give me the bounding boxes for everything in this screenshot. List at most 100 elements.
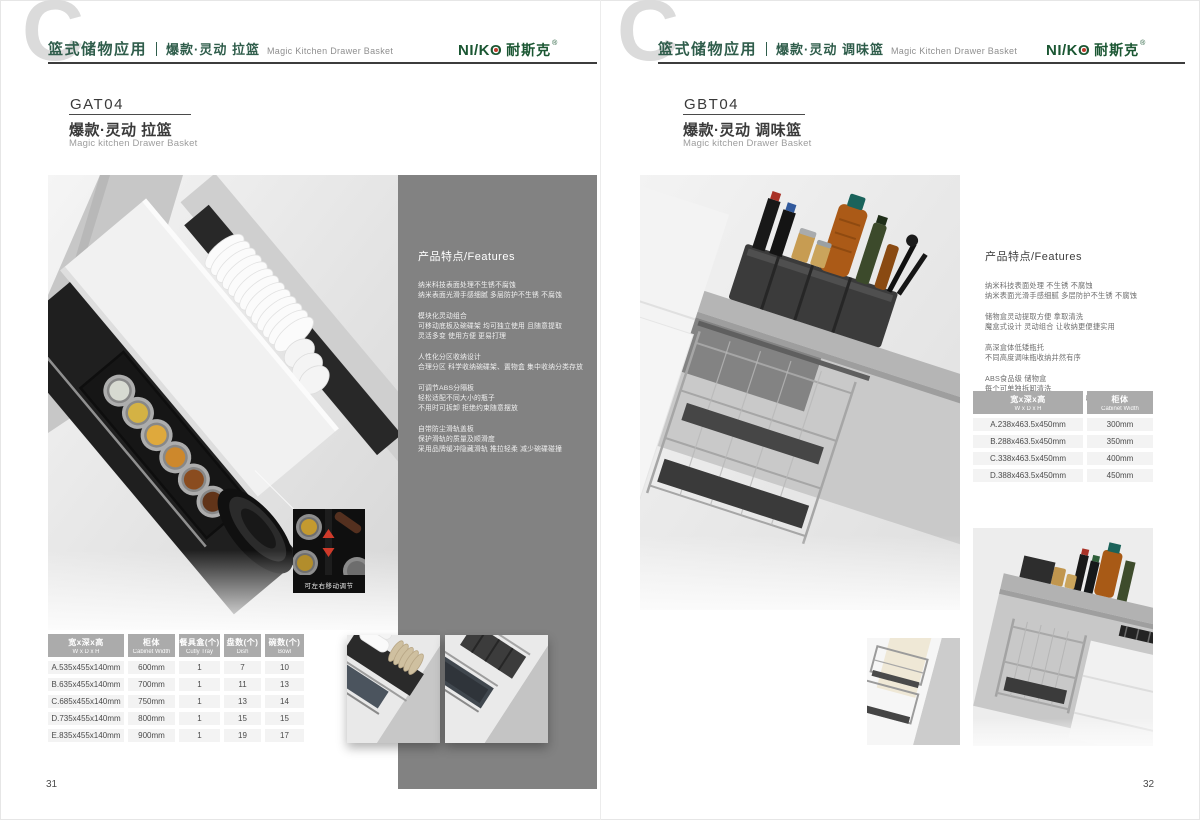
product-name: 爆款·灵动 拉篮 bbox=[69, 119, 172, 140]
nisko-cn: 耐斯克 bbox=[1094, 40, 1139, 60]
page-number: 32 bbox=[1143, 779, 1154, 790]
table-cell: 15 bbox=[265, 712, 304, 725]
table-cell: 11 bbox=[224, 678, 261, 691]
table-header-cell: 餐具盒(个)Cutly Tray bbox=[179, 634, 220, 657]
feature-line: 不同高度调味瓶收纳井然有序 bbox=[985, 353, 1190, 363]
spec-table: 宽x深x高W x D x H 柜体Cabinet Width A.238x463… bbox=[973, 391, 1153, 482]
page-number: 31 bbox=[46, 779, 57, 790]
table-cell: 300mm bbox=[1087, 418, 1153, 431]
table-header-cell: 宽x深x高W x D x H bbox=[973, 391, 1083, 414]
thumbnail-photo bbox=[973, 528, 1153, 746]
table-cell: 19 bbox=[224, 729, 261, 742]
feature-line: 保护滑轨的质量及顺滑度 bbox=[418, 435, 583, 445]
header-title-en: Magic Kitchen Drawer Basket bbox=[891, 46, 1017, 56]
header-separator bbox=[156, 42, 157, 56]
feature-group: 自带防尘滑轨盖板 保护滑轨的质量及顺滑度 采用品牌缓冲隐藏滑轨 推拉轻柔 减少碗… bbox=[418, 425, 583, 455]
logo-o-red-dot-icon: O bbox=[1078, 42, 1090, 59]
table-cell: 17 bbox=[265, 729, 304, 742]
table-cell: 800mm bbox=[128, 712, 175, 725]
feature-line: 合理分区 科学收纳碗碟架、置物盒 集中收纳分类存放 bbox=[418, 363, 583, 373]
detail-inset-photo: 可左右移动调节 bbox=[293, 509, 365, 593]
table-cell: B.635x455x140mm bbox=[48, 678, 124, 691]
feature-group: 高深盒体低矮瓶托 不同高度调味瓶收纳井然有序 bbox=[985, 343, 1190, 363]
feature-group: 人性化分区收纳设计 合理分区 科学收纳碗碟架、置物盒 集中收纳分类存放 bbox=[418, 353, 583, 373]
table-header-cell: 柜体Cabinet Width bbox=[128, 634, 175, 657]
header-title: 爆款·灵动 调味篮 bbox=[776, 39, 884, 58]
feature-line: 纳米科技表面处理不生锈不腐蚀 bbox=[418, 281, 583, 291]
thumbnail-photo bbox=[867, 638, 960, 745]
table-cell: 900mm bbox=[128, 729, 175, 742]
header-separator bbox=[766, 42, 767, 56]
table-cell: C.338x463.5x450mm bbox=[973, 452, 1083, 465]
table-cell: C.685x455x140mm bbox=[48, 695, 124, 708]
main-product-photo bbox=[640, 175, 960, 610]
product-code-rule bbox=[69, 114, 191, 115]
table-cell: 400mm bbox=[1087, 452, 1153, 465]
table-cell: 7 bbox=[224, 661, 261, 674]
features-block: 产品特点/Features 纳米科技表面处理 不生锈 不腐蚀 纳米表面光滑手感细… bbox=[985, 248, 1190, 415]
table-cell: 750mm bbox=[128, 695, 175, 708]
table-cell: A.535x455x140mm bbox=[48, 661, 124, 674]
spec-table: 宽x深x高W x D x H 柜体Cabinet Width 餐具盒(个)Cut… bbox=[48, 634, 304, 742]
feature-line: 可移动底板及碗碟架 均可独立使用 且随意提取 bbox=[418, 322, 583, 332]
product-code: GBT04 bbox=[684, 96, 739, 113]
page-divider bbox=[600, 0, 601, 820]
table-cell: 1 bbox=[179, 678, 220, 691]
table-cell: 10 bbox=[265, 661, 304, 674]
feature-line: 采用品牌缓冲隐藏滑轨 推拉轻柔 减少碗碟碰撞 bbox=[418, 445, 583, 455]
feature-line: 储物盒灵动提取方便 拿取清洗 bbox=[985, 312, 1190, 322]
product-name: 爆款·灵动 调味篮 bbox=[683, 119, 802, 140]
features-heading: 产品特点/Features bbox=[985, 248, 1190, 264]
product-name-en: Magic kitchen Drawer Basket bbox=[69, 138, 197, 149]
page-header: 篮式储物应用 爆款·灵动 调味篮 Magic Kitchen Drawer Ba… bbox=[658, 38, 1017, 59]
feature-line: 魔盒式设计 灵动组合 让收纳更便捷实用 bbox=[985, 322, 1190, 332]
feature-line: 纳米科技表面处理 不生锈 不腐蚀 bbox=[985, 281, 1190, 291]
header-category: 篮式储物应用 bbox=[658, 38, 757, 59]
product-name-en: Magic kitchen Drawer Basket bbox=[683, 138, 811, 149]
table-cell: 1 bbox=[179, 729, 220, 742]
nisko-wordmark: NI/KO bbox=[458, 42, 502, 59]
table-cell: 450mm bbox=[1087, 469, 1153, 482]
feature-line: 纳米表面光滑手感细腻 多层防护不生锈 不腐蚀 bbox=[418, 291, 583, 301]
nisko-wordmark: NI/KO bbox=[1046, 42, 1090, 59]
table-header-cell: 柜体Cabinet Width bbox=[1087, 391, 1153, 414]
feature-line: ABS食品级 储物盒 bbox=[985, 374, 1190, 384]
table-header-cell: 碗数(个)Bowl bbox=[265, 634, 304, 657]
catalog-spread: C 篮式储物应用 爆款·灵动 拉篮 Magic Kitchen Drawer B… bbox=[0, 0, 1200, 820]
feature-line: 模块化灵动组合 bbox=[418, 312, 583, 322]
spice-basket-photo-art bbox=[640, 175, 960, 610]
feature-line: 不用时可拆卸 拒绝约束随意摆放 bbox=[418, 404, 583, 414]
feature-line: 高深盒体低矮瓶托 bbox=[985, 343, 1190, 353]
table-cell: E.835x455x140mm bbox=[48, 729, 124, 742]
feature-group: 纳米科技表面处理 不生锈 不腐蚀 纳米表面光滑手感细腻 多层防护不生锈 不腐蚀 bbox=[985, 281, 1190, 301]
page-header: 篮式储物应用 爆款·灵动 拉篮 Magic Kitchen Drawer Bas… bbox=[48, 38, 393, 59]
feature-group: 纳米科技表面处理不生锈不腐蚀 纳米表面光滑手感细腻 多层防护不生锈 不腐蚀 bbox=[418, 281, 583, 301]
product-code: GAT04 bbox=[70, 96, 124, 113]
table-cell: 14 bbox=[265, 695, 304, 708]
nisko-logo: NI/KO 耐斯克 ® bbox=[1046, 40, 1145, 60]
table-cell: 350mm bbox=[1087, 435, 1153, 448]
feature-line: 可调节ABS分隔板 bbox=[418, 384, 583, 394]
features-heading: 产品特点/Features bbox=[418, 248, 583, 264]
table-cell: A.238x463.5x450mm bbox=[973, 418, 1083, 431]
table-cell: 700mm bbox=[128, 678, 175, 691]
table-cell: 1 bbox=[179, 712, 220, 725]
table-cell: 600mm bbox=[128, 661, 175, 674]
thumbnail-photo bbox=[445, 635, 548, 743]
header-rule bbox=[48, 62, 597, 64]
table-cell: D.388x463.5x450mm bbox=[973, 469, 1083, 482]
table-cell: 15 bbox=[224, 712, 261, 725]
thumbnail-photo bbox=[347, 635, 440, 743]
table-cell: D.735x455x140mm bbox=[48, 712, 124, 725]
feature-line: 灵活多变 使用方便 更易打理 bbox=[418, 332, 583, 342]
table-header-cell: 盘数(个)Dish bbox=[224, 634, 261, 657]
header-title: 爆款·灵动 拉篮 bbox=[166, 39, 260, 58]
table-cell: 13 bbox=[224, 695, 261, 708]
header-rule bbox=[658, 62, 1185, 64]
product-code-rule bbox=[683, 114, 805, 115]
registered-mark: ® bbox=[1140, 40, 1145, 47]
nisko-cn: 耐斯克 bbox=[506, 40, 551, 60]
feature-line: 纳米表面光滑手感细腻 多层防护不生锈 不腐蚀 bbox=[985, 291, 1190, 301]
header-category: 篮式储物应用 bbox=[48, 38, 147, 59]
feature-group: 可调节ABS分隔板 轻松适配不同大小的瓶子 不用时可拆卸 拒绝约束随意摆放 bbox=[418, 384, 583, 414]
